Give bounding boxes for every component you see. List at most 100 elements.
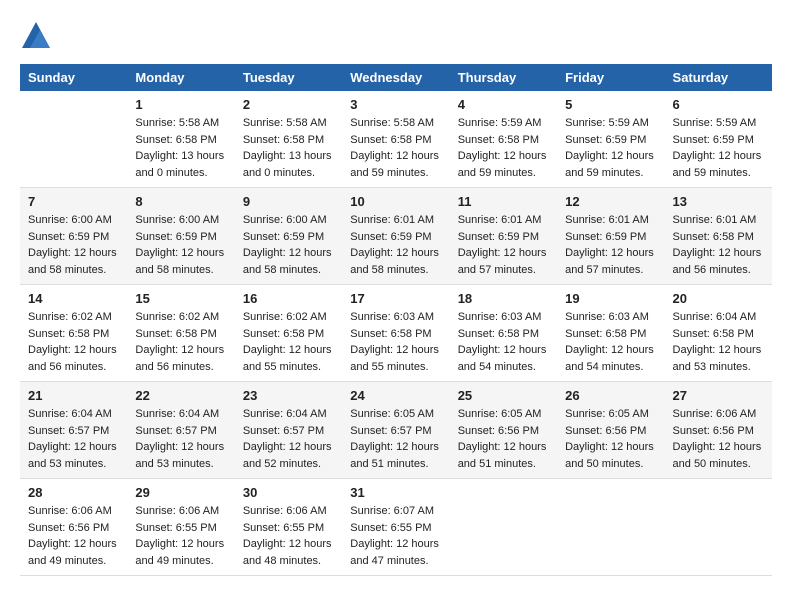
calendar-cell: 15 Sunrise: 6:02 AMSunset: 6:58 PMDayligh… bbox=[127, 285, 234, 382]
day-number: 10 bbox=[350, 194, 441, 209]
day-number: 23 bbox=[243, 388, 334, 403]
calendar-cell: 24Sunrise: 6:05 AMSunset: 6:57 PMDayligh… bbox=[342, 382, 449, 479]
calendar-cell: 18 Sunrise: 6:03 AMSunset: 6:58 PMDayligh… bbox=[450, 285, 557, 382]
calendar-cell: 19 Sunrise: 6:03 AMSunset: 6:58 PMDayligh… bbox=[557, 285, 664, 382]
day-info: Sunrise: 6:02 AMSunset: 6:58 PMDaylight:… bbox=[243, 309, 334, 375]
calendar-cell: 3 Sunrise: 5:58 AMSunset: 6:58 PMDaylight… bbox=[342, 91, 449, 188]
day-number: 19 bbox=[565, 291, 656, 306]
day-info: Sunrise: 5:58 AMSunset: 6:58 PMDaylight:… bbox=[135, 115, 226, 181]
day-info: Sunrise: 6:05 AMSunset: 6:56 PMDaylight:… bbox=[565, 406, 656, 472]
day-info: Sunrise: 6:07 AMSunset: 6:55 PMDaylight:… bbox=[350, 503, 441, 569]
calendar-cell: 12 Sunrise: 6:01 AMSunset: 6:59 PMDayligh… bbox=[557, 188, 664, 285]
day-info: Sunrise: 5:58 AMSunset: 6:58 PMDaylight:… bbox=[350, 115, 441, 181]
day-info: Sunrise: 6:03 AMSunset: 6:58 PMDaylight:… bbox=[458, 309, 549, 375]
calendar-cell bbox=[20, 91, 127, 188]
day-info: Sunrise: 5:59 AMSunset: 6:58 PMDaylight:… bbox=[458, 115, 549, 181]
header-cell-sunday: Sunday bbox=[20, 64, 127, 91]
day-number: 30 bbox=[243, 485, 334, 500]
day-number: 16 bbox=[243, 291, 334, 306]
day-number: 3 bbox=[350, 97, 441, 112]
calendar-week-row: 14 Sunrise: 6:02 AMSunset: 6:58 PMDayligh… bbox=[20, 285, 772, 382]
calendar-cell: 4 Sunrise: 5:59 AMSunset: 6:58 PMDaylight… bbox=[450, 91, 557, 188]
day-info: Sunrise: 6:04 AMSunset: 6:57 PMDaylight:… bbox=[135, 406, 226, 472]
calendar-cell bbox=[450, 479, 557, 576]
calendar-header: SundayMondayTuesdayWednesdayThursdayFrid… bbox=[20, 64, 772, 91]
calendar-cell bbox=[665, 479, 772, 576]
day-number: 17 bbox=[350, 291, 441, 306]
calendar-cell: 29 Sunrise: 6:06 AMSunset: 6:55 PMDayligh… bbox=[127, 479, 234, 576]
day-info: Sunrise: 6:04 AMSunset: 6:57 PMDaylight:… bbox=[28, 406, 119, 472]
calendar-cell: 30 Sunrise: 6:06 AMSunset: 6:55 PMDayligh… bbox=[235, 479, 342, 576]
day-info: Sunrise: 5:58 AMSunset: 6:58 PMDaylight:… bbox=[243, 115, 334, 181]
calendar-cell: 2 Sunrise: 5:58 AMSunset: 6:58 PMDaylight… bbox=[235, 91, 342, 188]
calendar-week-row: 7 Sunrise: 6:00 AMSunset: 6:59 PMDaylight… bbox=[20, 188, 772, 285]
calendar-cell: 11Sunrise: 6:01 AMSunset: 6:59 PMDayligh… bbox=[450, 188, 557, 285]
day-info: Sunrise: 5:59 AMSunset: 6:59 PMDaylight:… bbox=[673, 115, 764, 181]
day-info: Sunrise: 6:06 AMSunset: 6:56 PMDaylight:… bbox=[673, 406, 764, 472]
day-number: 12 bbox=[565, 194, 656, 209]
day-info: Sunrise: 6:06 AMSunset: 6:55 PMDaylight:… bbox=[135, 503, 226, 569]
logo-icon bbox=[20, 20, 48, 48]
calendar-cell: 20Sunrise: 6:04 AMSunset: 6:58 PMDayligh… bbox=[665, 285, 772, 382]
calendar-cell: 9 Sunrise: 6:00 AMSunset: 6:59 PMDaylight… bbox=[235, 188, 342, 285]
day-number: 18 bbox=[458, 291, 549, 306]
day-number: 27 bbox=[673, 388, 764, 403]
day-number: 9 bbox=[243, 194, 334, 209]
day-number: 22 bbox=[135, 388, 226, 403]
day-number: 15 bbox=[135, 291, 226, 306]
day-info: Sunrise: 6:06 AMSunset: 6:56 PMDaylight:… bbox=[28, 503, 119, 569]
day-info: Sunrise: 6:00 AMSunset: 6:59 PMDaylight:… bbox=[135, 212, 226, 278]
day-number: 13 bbox=[673, 194, 764, 209]
page-header bbox=[20, 20, 772, 48]
calendar-cell bbox=[557, 479, 664, 576]
calendar-cell: 16 Sunrise: 6:02 AMSunset: 6:58 PMDayligh… bbox=[235, 285, 342, 382]
day-info: Sunrise: 6:04 AMSunset: 6:57 PMDaylight:… bbox=[243, 406, 334, 472]
day-number: 2 bbox=[243, 97, 334, 112]
calendar-week-row: 28 Sunrise: 6:06 AMSunset: 6:56 PMDayligh… bbox=[20, 479, 772, 576]
day-number: 14 bbox=[28, 291, 119, 306]
header-cell-saturday: Saturday bbox=[665, 64, 772, 91]
calendar-cell: 1 Sunrise: 5:58 AMSunset: 6:58 PMDaylight… bbox=[127, 91, 234, 188]
day-info: Sunrise: 6:03 AMSunset: 6:58 PMDaylight:… bbox=[565, 309, 656, 375]
calendar-body: 1 Sunrise: 5:58 AMSunset: 6:58 PMDaylight… bbox=[20, 91, 772, 576]
calendar-cell: 27 Sunrise: 6:06 AMSunset: 6:56 PMDayligh… bbox=[665, 382, 772, 479]
day-info: Sunrise: 5:59 AMSunset: 6:59 PMDaylight:… bbox=[565, 115, 656, 181]
day-number: 8 bbox=[135, 194, 226, 209]
header-cell-monday: Monday bbox=[127, 64, 234, 91]
calendar-cell: 28 Sunrise: 6:06 AMSunset: 6:56 PMDayligh… bbox=[20, 479, 127, 576]
day-number: 31 bbox=[350, 485, 441, 500]
calendar-cell: 31 Sunrise: 6:07 AMSunset: 6:55 PMDayligh… bbox=[342, 479, 449, 576]
day-number: 29 bbox=[135, 485, 226, 500]
day-info: Sunrise: 6:00 AMSunset: 6:59 PMDaylight:… bbox=[28, 212, 119, 278]
day-number: 28 bbox=[28, 485, 119, 500]
day-info: Sunrise: 6:01 AMSunset: 6:58 PMDaylight:… bbox=[673, 212, 764, 278]
day-info: Sunrise: 6:01 AMSunset: 6:59 PMDaylight:… bbox=[458, 212, 549, 278]
header-cell-friday: Friday bbox=[557, 64, 664, 91]
day-number: 5 bbox=[565, 97, 656, 112]
day-info: Sunrise: 6:02 AMSunset: 6:58 PMDaylight:… bbox=[28, 309, 119, 375]
header-cell-wednesday: Wednesday bbox=[342, 64, 449, 91]
day-info: Sunrise: 6:04 AMSunset: 6:58 PMDaylight:… bbox=[673, 309, 764, 375]
day-info: Sunrise: 6:05 AMSunset: 6:56 PMDaylight:… bbox=[458, 406, 549, 472]
calendar-table: SundayMondayTuesdayWednesdayThursdayFrid… bbox=[20, 64, 772, 576]
day-number: 4 bbox=[458, 97, 549, 112]
day-number: 7 bbox=[28, 194, 119, 209]
calendar-cell: 22 Sunrise: 6:04 AMSunset: 6:57 PMDayligh… bbox=[127, 382, 234, 479]
day-number: 25 bbox=[458, 388, 549, 403]
logo bbox=[20, 20, 52, 48]
day-info: Sunrise: 6:02 AMSunset: 6:58 PMDaylight:… bbox=[135, 309, 226, 375]
day-number: 1 bbox=[135, 97, 226, 112]
day-info: Sunrise: 6:01 AMSunset: 6:59 PMDaylight:… bbox=[565, 212, 656, 278]
calendar-cell: 7 Sunrise: 6:00 AMSunset: 6:59 PMDaylight… bbox=[20, 188, 127, 285]
day-number: 24 bbox=[350, 388, 441, 403]
calendar-cell: 25 Sunrise: 6:05 AMSunset: 6:56 PMDayligh… bbox=[450, 382, 557, 479]
day-info: Sunrise: 6:01 AMSunset: 6:59 PMDaylight:… bbox=[350, 212, 441, 278]
day-info: Sunrise: 6:06 AMSunset: 6:55 PMDaylight:… bbox=[243, 503, 334, 569]
header-row: SundayMondayTuesdayWednesdayThursdayFrid… bbox=[20, 64, 772, 91]
calendar-cell: 10 Sunrise: 6:01 AMSunset: 6:59 PMDayligh… bbox=[342, 188, 449, 285]
calendar-cell: 13 Sunrise: 6:01 AMSunset: 6:58 PMDayligh… bbox=[665, 188, 772, 285]
day-info: Sunrise: 6:00 AMSunset: 6:59 PMDaylight:… bbox=[243, 212, 334, 278]
calendar-cell: 23 Sunrise: 6:04 AMSunset: 6:57 PMDayligh… bbox=[235, 382, 342, 479]
calendar-cell: 17Sunrise: 6:03 AMSunset: 6:58 PMDayligh… bbox=[342, 285, 449, 382]
calendar-cell: 5 Sunrise: 5:59 AMSunset: 6:59 PMDaylight… bbox=[557, 91, 664, 188]
